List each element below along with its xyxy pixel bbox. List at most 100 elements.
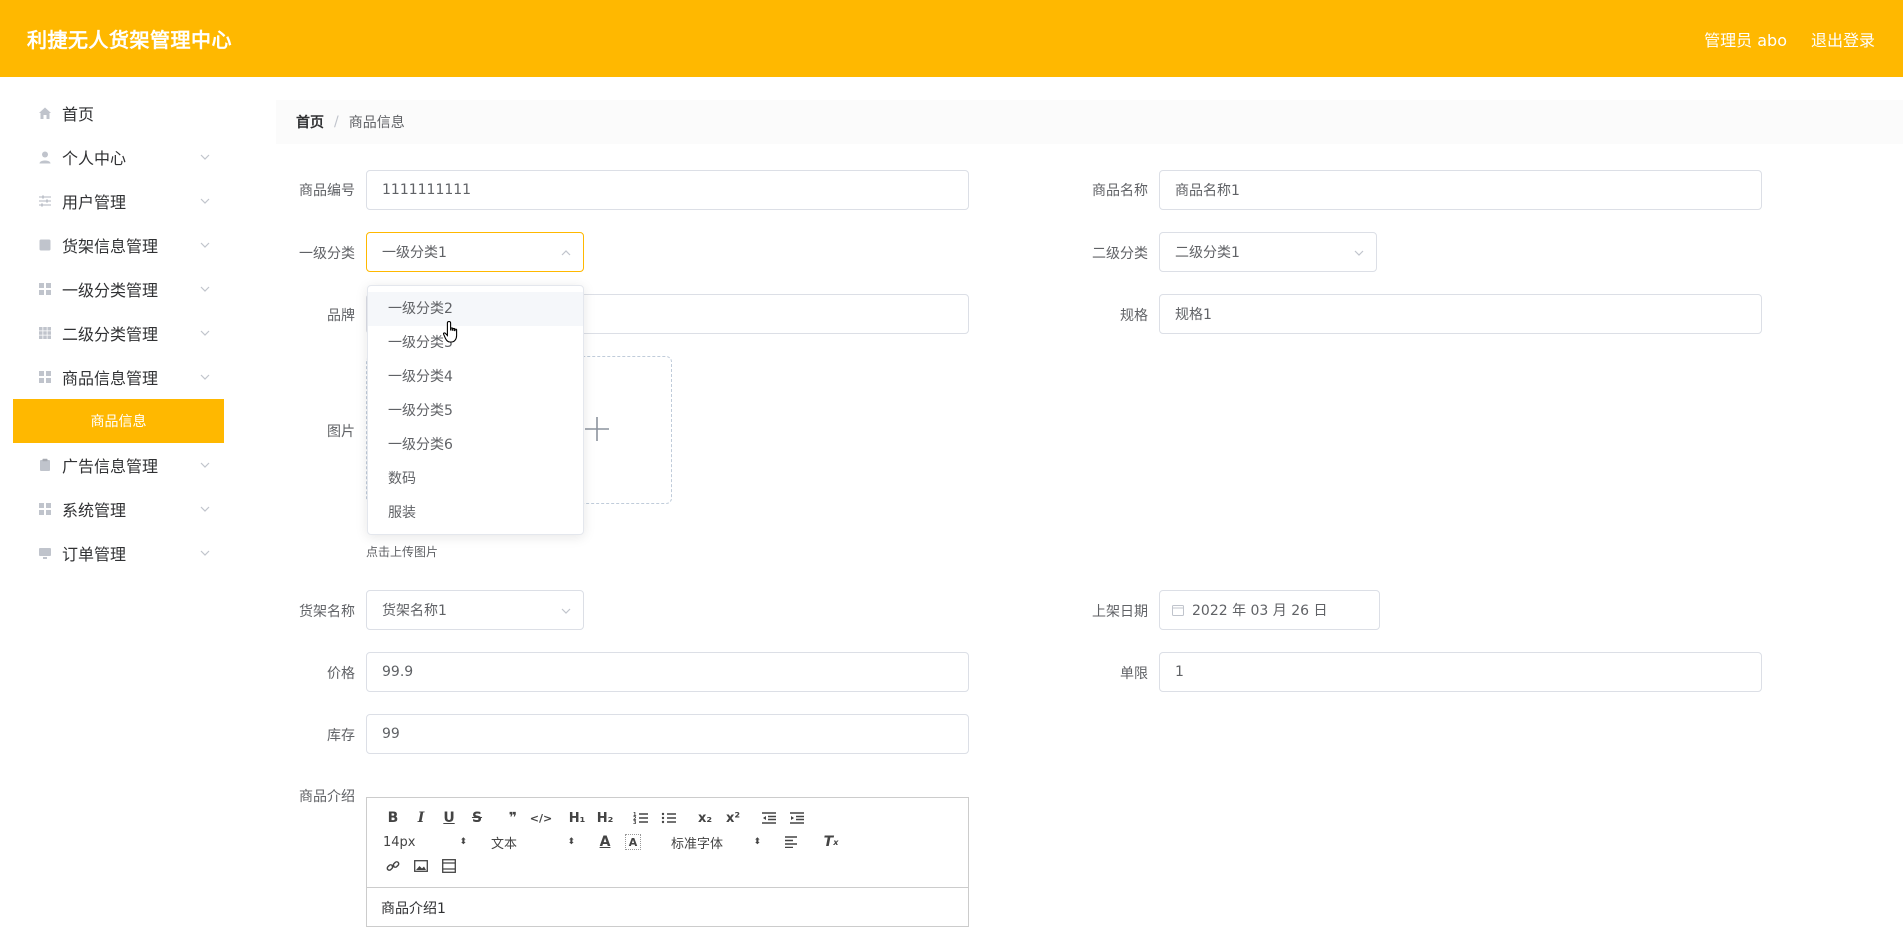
dropdown-option[interactable]: 一级分类2 [368,292,583,326]
user-icon [38,150,52,164]
chevron-up-icon [559,246,573,260]
breadcrumb: 首页 / 商品信息 [276,100,1903,144]
name-label: 商品名称 [1092,183,1148,199]
sidebar-item-personal[interactable]: 个人中心 [0,135,224,179]
spec-input[interactable]: 规格1 [1159,294,1762,334]
sidebar-item-ads[interactable]: 广告信息管理 [0,443,224,487]
sidebar-item-orders[interactable]: 订单管理 [0,531,224,575]
image-icon[interactable] [407,854,435,878]
sliders-icon [38,194,52,208]
chevron-down-icon [198,193,212,207]
text-style-value: 文本 [491,836,518,852]
shelf-select[interactable]: 货架名称1 [366,590,584,630]
limit-input[interactable]: 1 [1159,652,1762,692]
cat2-label: 二级分类 [1092,246,1148,262]
sidebar-item-users[interactable]: 用户管理 [0,179,224,223]
dropdown-option[interactable]: 数码 [368,462,583,496]
bold-icon[interactable]: B [379,806,407,830]
outdent-icon[interactable] [755,806,783,830]
chevron-down-icon [198,281,212,295]
dropdown-option[interactable]: 一级分类3 [368,326,583,360]
font-size-select[interactable]: 14px ⬍ [379,830,471,854]
chevron-down-icon [198,237,212,251]
brand-label: 品牌 [327,308,355,324]
clear-format-icon[interactable]: Tx [817,830,845,854]
text-style-select[interactable]: 文本 ⬍ [487,830,579,854]
top-header: 利捷无人货架管理中心 管理员 abo 退出登录 [0,0,1903,77]
cat1-select[interactable]: 一级分类1 [366,232,584,272]
grid-icon [38,282,52,296]
image-label: 图片 [327,424,355,440]
date-label: 上架日期 [1092,604,1148,620]
sidebar-item-cat2[interactable]: 二级分类管理 [0,311,224,355]
background-color-icon[interactable]: A [625,834,641,850]
price-input[interactable]: 99.9 [366,652,969,692]
intro-value: 商品介绍1 [381,901,446,917]
svg-text:3: 3 [633,820,637,825]
code-value: 1111111111 [382,182,472,198]
code-label: 商品编号 [299,183,355,199]
admin-label[interactable]: 管理员 abo [1704,27,1787,51]
sidebar-item-system[interactable]: 系统管理 [0,487,224,531]
chevron-down-icon [198,325,212,339]
editor-toolbar: B I U S ❞ </> H₁ H₂ 123 x₂ x² 14px ⬍ 文本 … [367,798,968,888]
ordered-list-icon[interactable]: 123 [627,806,655,830]
chevron-down-icon [1352,246,1366,260]
link-icon[interactable] [379,854,407,878]
square-icon [38,238,52,252]
sidebar-item-home[interactable]: 首页 [0,91,224,135]
heading1-icon[interactable]: H₁ [563,806,591,830]
font-color-icon[interactable]: A [591,830,619,854]
intro-label: 商品介绍 [299,789,355,805]
sidebar-subitem-product-info[interactable]: 商品信息 [13,399,224,443]
sidebar-menu: 首页 个人中心 用户管理 货架信息管理 一级分类管理 二级分类管理 商品信息管理… [0,77,224,575]
updown-icon: ⬍ [459,837,467,847]
code-icon[interactable]: </> [527,806,555,830]
shelf-value: 货架名称1 [382,603,447,619]
strike-icon[interactable]: S [463,806,491,830]
sidebar-item-label: 商品信息管理 [62,369,159,388]
sidebar-item-label: 订单管理 [62,545,127,564]
spec-label: 规格 [1120,308,1148,324]
subscript-icon[interactable]: x₂ [691,806,719,830]
date-value: 2022 年 03 月 26 日 [1192,603,1328,619]
sidebar-item-cat1[interactable]: 一级分类管理 [0,267,224,311]
chevron-down-icon [198,149,212,163]
underline-icon[interactable]: U [435,806,463,830]
superscript-icon[interactable]: x² [719,806,747,830]
logout-button[interactable]: 退出登录 [1811,27,1875,51]
name-input[interactable]: 商品名称1 [1159,170,1762,210]
limit-value: 1 [1175,664,1184,680]
cat2-value: 二级分类1 [1175,245,1240,261]
stock-input[interactable]: 99 [366,714,969,754]
breadcrumb-home[interactable]: 首页 [296,112,324,132]
align-icon[interactable] [777,830,805,854]
heading2-icon[interactable]: H₂ [591,806,619,830]
breadcrumb-current: 商品信息 [348,115,405,131]
indent-icon[interactable] [783,806,811,830]
sidebar-item-label: 二级分类管理 [62,325,159,344]
font-family-select[interactable]: 标准字体 ⬍ [667,830,765,854]
video-icon[interactable] [435,854,463,878]
sidebar-item-label: 用户管理 [62,193,127,212]
grid-icon [38,326,52,340]
upload-tip: 点击上传图片 [366,545,439,559]
date-input[interactable]: 2022 年 03 月 26 日 [1159,590,1380,630]
chevron-down-icon [559,604,573,618]
sidebar-item-products[interactable]: 商品信息管理 [0,355,224,399]
dropdown-option[interactable]: 一级分类6 [368,428,583,462]
plus-icon [583,415,611,443]
breadcrumb-separator: / [334,114,339,130]
font-family-value: 标准字体 [671,836,724,852]
dropdown-option[interactable]: 一级分类5 [368,394,583,428]
font-size-value: 14px [383,834,416,850]
cat2-select[interactable]: 二级分类1 [1159,232,1377,272]
bullet-list-icon[interactable] [655,806,683,830]
dropdown-option[interactable]: 服装 [368,496,583,530]
editor-content[interactable]: 商品介绍1 [367,888,968,928]
code-input[interactable]: 1111111111 [366,170,969,210]
dropdown-option[interactable]: 一级分类4 [368,360,583,394]
italic-icon[interactable]: I [407,806,435,830]
quote-icon[interactable]: ❞ [499,806,527,830]
sidebar-item-shelf[interactable]: 货架信息管理 [0,223,224,267]
